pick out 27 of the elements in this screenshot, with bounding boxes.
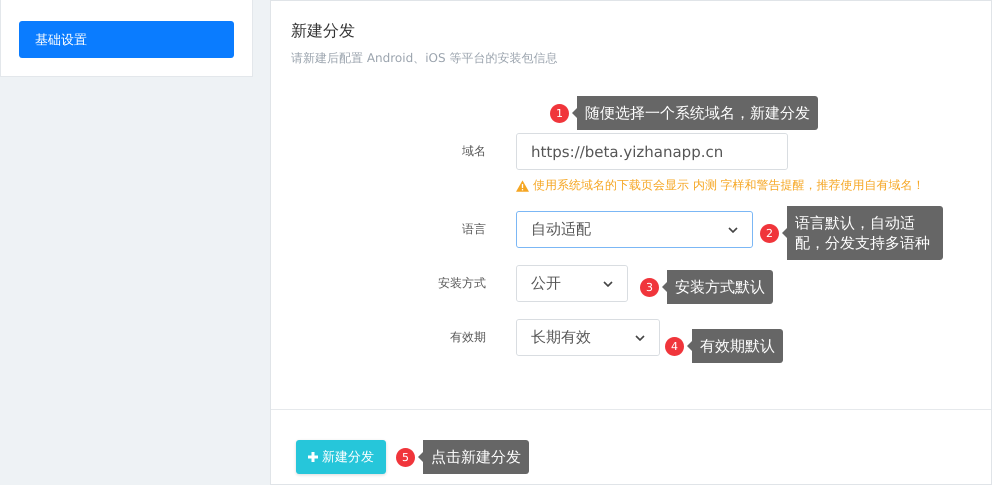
select-field[interactable]: 自动适配	[516, 211, 753, 248]
sidebar-item[interactable]: 基础设置	[19, 21, 234, 58]
chevron-down-icon	[728, 226, 738, 232]
field-label: 有效期	[449, 329, 486, 346]
panel-subtitle: 请新建后配置 Android、iOS 等平台的安装包信息	[291, 50, 558, 67]
panel-title: 新建分发	[291, 21, 356, 42]
select-field[interactable]: 长期有效	[516, 319, 660, 356]
domain-field[interactable]: https://beta.yizhanapp.cn	[516, 133, 788, 170]
field-label: 语言	[461, 221, 486, 238]
select-field[interactable]: 公开	[516, 265, 628, 302]
plus-icon	[308, 452, 318, 462]
tooltip: 有效期默认	[687, 329, 783, 363]
step-badge: 2	[760, 224, 779, 242]
step-badge: 4	[665, 336, 684, 356]
chevron-down-icon	[635, 334, 645, 340]
field-label: 安装方式	[437, 275, 486, 292]
warning-text: 使用系统域名的下载页会显示 内测 字样和警告提醒，推荐使用自有域名！	[533, 177, 925, 194]
step-badge: 1	[550, 104, 569, 122]
tooltip: 安装方式默认	[662, 270, 773, 304]
chevron-down-icon	[603, 280, 613, 286]
step-badge: 5	[396, 448, 415, 466]
tooltip: 随便选择一个系统域名，新建分发	[572, 96, 818, 130]
field-label: 域名	[461, 143, 486, 160]
tooltip: 点击新建分发	[418, 440, 529, 474]
tooltip: 语言默认，自动适配，分发支持多语种	[782, 206, 943, 260]
step-badge: 3	[640, 278, 659, 296]
warning-icon	[516, 180, 529, 192]
